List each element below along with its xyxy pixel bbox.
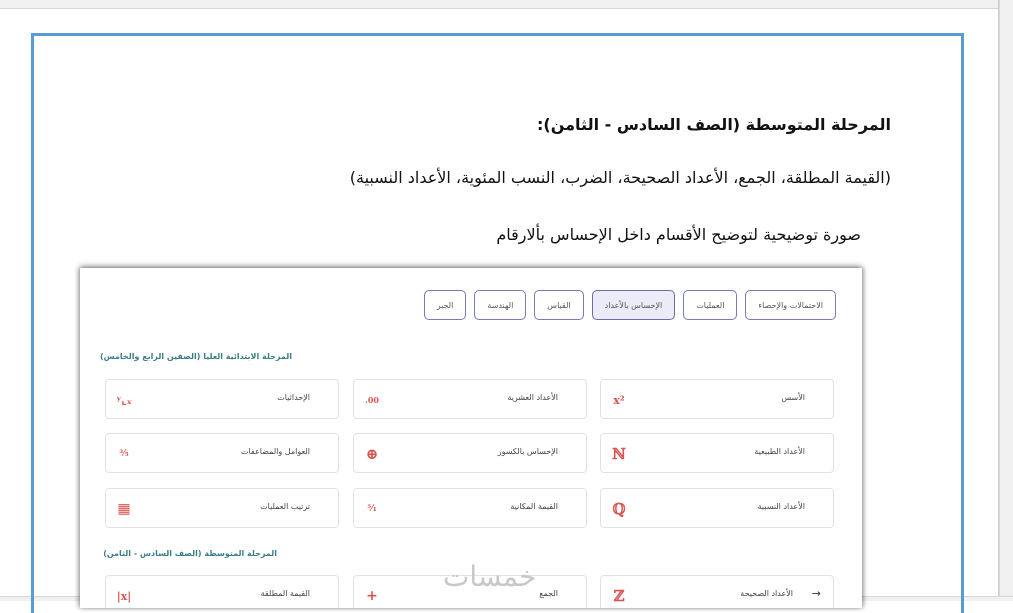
card-label: الأعداد الصحيحة [740,589,793,598]
embedded-screenshot: الاحتمالات والإحصاء العمليات الإحساس بال… [80,268,862,608]
image-caption: صورة توضيحية لتوضيح الأقسام داخل الإحساس… [496,225,861,244]
card-integers[interactable]: → الأعداد الصحيحة ℤ [600,575,834,608]
card-label: العوامل والمضاعفات [240,447,310,456]
card-place-value[interactable]: القيمة المكانية ⁵⁄₁ [353,488,587,528]
card-label: الأعداد الطبيعية [754,447,805,456]
integers-icon: ℤ [613,587,625,605]
tab-algebra[interactable]: الجبر [423,290,467,320]
absolute-value-icon: |x| [116,589,132,603]
card-label: الأسس [781,393,805,402]
plus-icon: + [366,588,378,604]
card-rational-numbers[interactable]: الأعداد النسبية ℚ [600,488,834,528]
category-tabs: الاحتمالات والإحصاء العمليات الإحساس بال… [423,290,836,320]
place-value-icon: ⁵⁄₁ [367,504,377,514]
section-title-upper-elementary: المرحلة الابتدائية العليا (الصفين الرابع… [100,352,292,361]
pie-chart-icon: ⊕ [365,445,379,463]
card-fraction-sense[interactable]: الإحساس بالكسور ⊕ [353,433,587,473]
grid-icon: ▦ [117,501,131,517]
card-label: الأعداد العشرية [507,393,558,402]
card-label: الأعداد النسبية [757,502,805,511]
card-label: القيمة المكانية [510,502,558,511]
tab-operations[interactable]: العمليات [683,290,738,320]
card-exponents[interactable]: الأسس x² [600,379,834,419]
card-decimals[interactable]: الأعداد العشرية .00 [353,379,587,419]
natural-numbers-icon: ℕ [612,445,626,463]
coordinates-icon: ʸ⌞ₓ [116,393,132,407]
section-title-middle-school: المرحلة المتوسطة (الصف السادس - الثامن) [103,549,277,558]
card-order-of-operations[interactable]: ترتيب العمليات ▦ [105,488,339,528]
tab-probability[interactable]: الاحتمالات والإحصاء [745,290,836,320]
tab-number-sense[interactable]: الإحساس بالأعداد [591,290,676,320]
card-label: الجمع [539,589,558,598]
section-heading: المرحلة المتوسطة (الصف السادس - الثامن): [537,115,891,134]
top-ruler-bar [0,0,1013,9]
rational-numbers-icon: ℚ [612,500,626,518]
decimal-icon: .00 [365,395,379,405]
card-label: القيمة المطلقة [260,589,310,598]
watermark-logo: خمسات [443,560,537,593]
vertical-scrollbar[interactable] [999,0,1013,600]
factors-icon: ³⁄₅ [119,449,129,459]
tab-measurement[interactable]: القياس [534,290,584,320]
card-natural-numbers[interactable]: الأعداد الطبيعية ℕ [600,433,834,473]
card-factors-multiples[interactable]: العوامل والمضاعفات ³⁄₅ [105,433,339,473]
arrow-right-icon: → [811,587,821,600]
topics-line: (القيمة المطلقة، الجمع، الأعداد الصحيحة،… [349,168,891,187]
exponent-icon: x² [613,393,625,407]
card-absolute-value[interactable]: القيمة المطلقة |x| [105,575,339,608]
tab-geometry[interactable]: الهندسة [474,290,527,320]
card-label: ترتيب العمليات [260,502,310,511]
card-label: الإحساس بالكسور [497,447,558,456]
card-label: الإحداثيات [277,393,310,402]
card-coordinates[interactable]: الإحداثيات ʸ⌞ₓ [105,379,339,419]
